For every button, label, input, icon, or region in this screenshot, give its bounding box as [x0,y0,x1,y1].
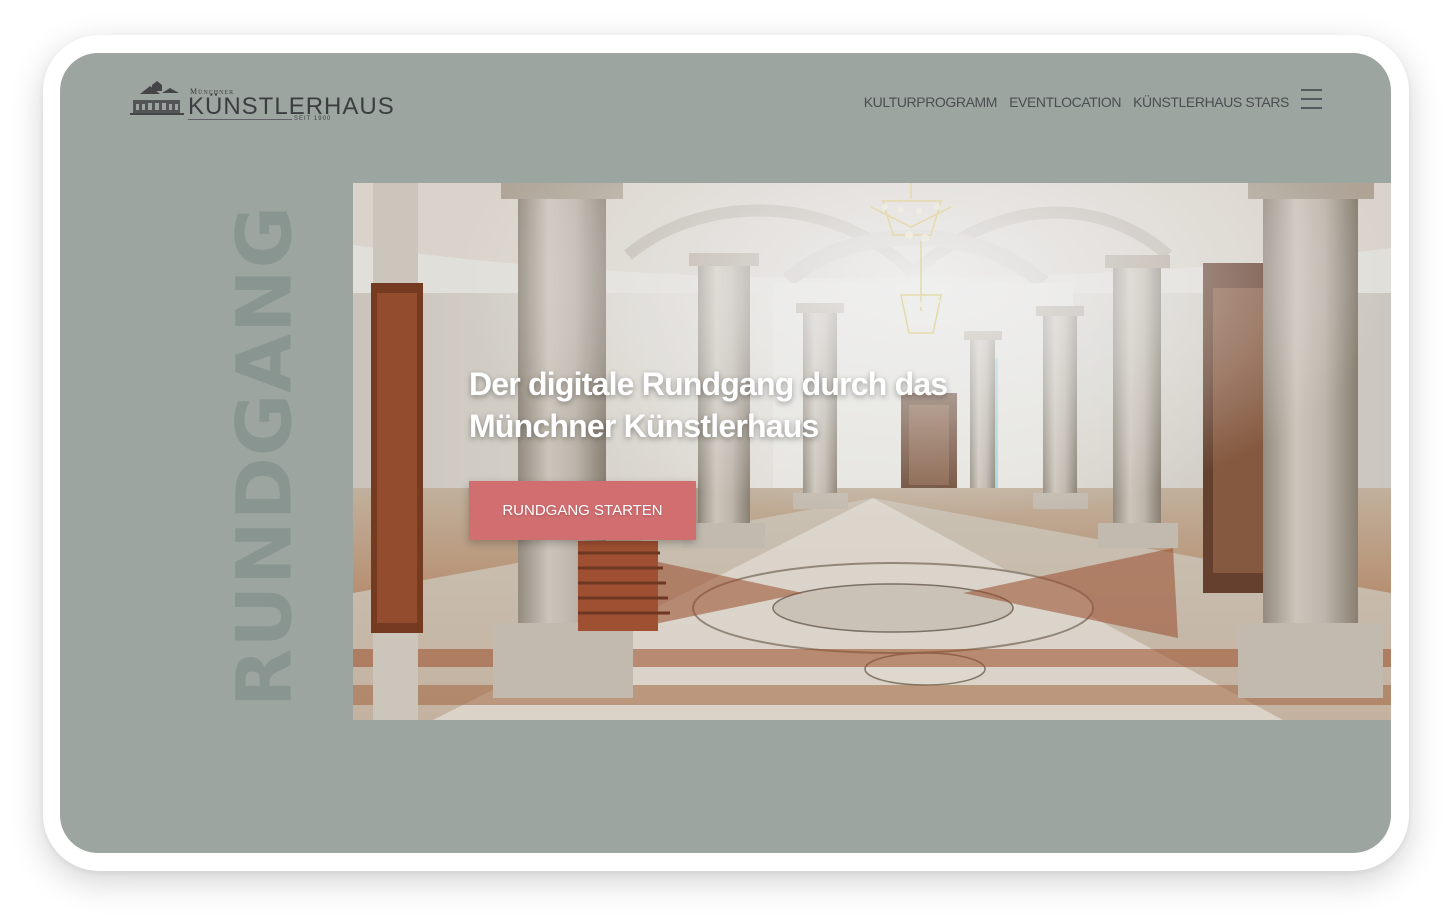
marble-hall-image [353,183,1391,720]
logo-title: KÜNSTLERHAUS [188,93,395,120]
main-navigation: KULTURPROGRAMM EVENTLOCATION KÜNSTLERHAU… [864,94,1290,110]
kuenstlerhaus-logo[interactable]: Münchner KÜNSTLERHAUS SEIT 1900 [128,79,394,131]
nav-kuenstlerhaus-stars[interactable]: KÜNSTLERHAUS STARS [1133,94,1289,110]
nav-eventlocation[interactable]: EVENTLOCATION [1009,94,1121,110]
hero-title-line-2: Münchner Künstlerhaus [469,408,819,444]
vertical-rundgang-label: RUNDGANG [219,188,309,723]
hamburger-menu-icon[interactable] [1301,89,1322,109]
rundgang-watermark-text: RUNDGANG [219,204,309,708]
start-tour-button[interactable]: RUNDGANG STARTEN [469,481,696,540]
logo-tagline: SEIT 1900 [294,116,332,122]
hero-title: Der digitale Rundgang durch das Münchner… [469,363,969,447]
website-screen: Münchner KÜNSTLERHAUS SEIT 1900 KULTURPR… [60,53,1391,853]
nav-kulturprogramm[interactable]: KULTURPROGRAMM [864,94,998,110]
hero-title-line-1: Der digitale Rundgang durch das [469,366,948,402]
hero-image-section: Der digitale Rundgang durch das Münchner… [353,183,1391,720]
building-logo-icon [130,81,184,115]
logo-underline [188,119,292,120]
